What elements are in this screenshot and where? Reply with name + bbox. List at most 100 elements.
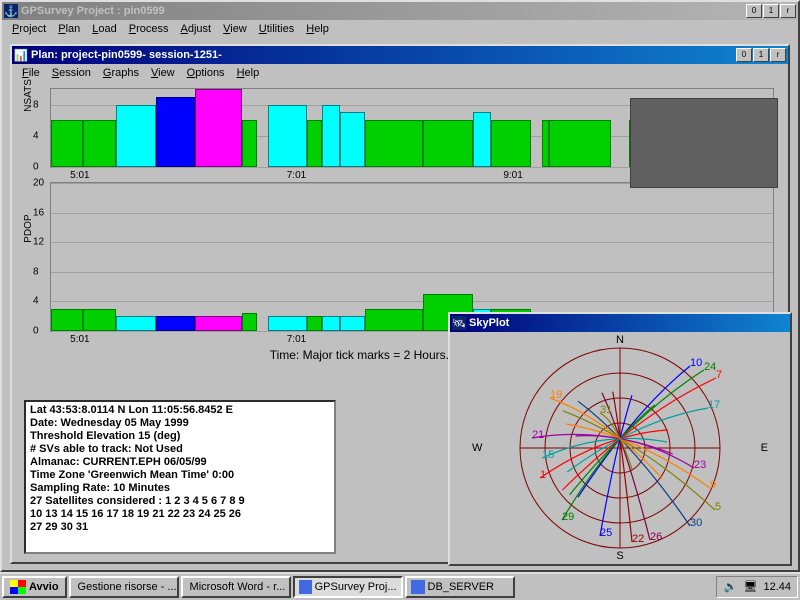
menu-item-session[interactable]: Session [46, 65, 97, 81]
chart-bar [116, 105, 156, 167]
xtick: 7:01 [287, 334, 306, 345]
info-line: 10 13 14 15 16 17 18 19 21 22 23 24 25 2… [30, 508, 330, 521]
menu-item-help[interactable]: Help [300, 21, 335, 37]
ytick: 20 [33, 178, 44, 189]
chart-bar [156, 97, 196, 167]
chart-bar [307, 316, 321, 331]
sat-label: 22 [632, 533, 644, 545]
close-button[interactable]: r [780, 4, 796, 18]
app-window: ⚓ GPSurvey Project : pin0599 0 1 r Proje… [0, 0, 800, 572]
xtick: 9:01 [503, 170, 522, 181]
taskbar-button-label: Microsoft Word - r... [190, 581, 286, 593]
skyplot-window[interactable]: 🛰 SkyPlot N S E W 1024717239530262225291… [448, 312, 792, 566]
taskbar-button-label: Gestione risorse - ... [78, 581, 177, 593]
info-line: Lat 43:53:8.0114 N Lon 11:05:56.8452 E [30, 404, 330, 417]
menu-item-help[interactable]: Help [231, 65, 266, 81]
xtick: 5:01 [70, 170, 89, 181]
compass-w: W [472, 442, 482, 454]
chart-bar [423, 120, 474, 167]
chart-bar [322, 316, 340, 331]
chart-bar [268, 105, 308, 167]
menu-item-load[interactable]: Load [86, 21, 122, 37]
display-icon[interactable]: 🖥 [743, 580, 757, 594]
ytick: 16 [33, 207, 44, 218]
skyplot-titlebar[interactable]: 🛰 SkyPlot [450, 314, 790, 332]
menu-item-plan[interactable]: Plan [52, 21, 86, 37]
compass-e: E [761, 442, 768, 454]
chart-bar [322, 105, 340, 167]
sat-label: 7 [716, 369, 722, 381]
start-label: Avvio [29, 581, 59, 593]
app-icon: ⚓ [4, 4, 18, 18]
xtick: 5:01 [70, 334, 89, 345]
chart-bar [242, 120, 256, 167]
menu-item-view[interactable]: View [217, 21, 253, 37]
start-button[interactable]: Avvio [2, 576, 67, 598]
info-line: # SVs able to track: Not Used [30, 443, 330, 456]
app-titlebar[interactable]: ⚓ GPSurvey Project : pin0599 0 1 r [2, 2, 798, 20]
chart-bar [195, 89, 242, 167]
sat-label: 5 [715, 501, 721, 513]
skyplot-title: SkyPlot [469, 317, 788, 329]
taskbar-button-label: DB_SERVER [428, 581, 494, 593]
plan-titlebar[interactable]: 📊 Plan: project-pin0599- session-1251- 0… [12, 46, 788, 64]
windows-flag-icon [10, 580, 26, 594]
chart-bar [307, 120, 321, 167]
skyplot-icon: 🛰 [452, 316, 466, 330]
close-button[interactable]: r [770, 48, 786, 62]
skyplot-svg: 102471723953026222529115211931 [510, 338, 730, 558]
sat-label: 19 [550, 389, 562, 401]
sat-label: 31 [600, 404, 612, 416]
chart-bar [156, 316, 196, 331]
ytick: 8 [33, 99, 39, 110]
taskbar-button[interactable]: Microsoft Word - r... [181, 576, 291, 598]
menu-item-view[interactable]: View [145, 65, 181, 81]
maximize-button[interactable]: 1 [753, 48, 769, 62]
taskbar: Avvio Gestione risorse - ... Microsoft Wo… [0, 572, 800, 600]
info-line: Sampling Rate: 10 Minutes [30, 482, 330, 495]
sat-label: 21 [532, 429, 544, 441]
minimize-button[interactable]: 0 [746, 4, 762, 18]
info-line: 27 29 30 31 [30, 521, 330, 534]
info-line: Threshold Elevation 15 (deg) [30, 430, 330, 443]
menu-item-utilities[interactable]: Utilities [253, 21, 300, 37]
sat-label: 24 [704, 361, 716, 373]
minimize-button[interactable]: 0 [736, 48, 752, 62]
pdop-chart: PDOP0481216205:017:019:01 [50, 182, 774, 332]
system-tray: 🔊 🖥 12.44 [716, 576, 798, 598]
chart-bar [340, 316, 365, 331]
ytick: 4 [33, 296, 39, 307]
ytick: 0 [33, 326, 39, 337]
ytick: 12 [33, 237, 44, 248]
taskbar-button[interactable]: GPSurvey Proj... [293, 576, 403, 598]
info-line: Almanac: CURRENT.EPH 06/05/99 [30, 456, 330, 469]
chart-bar [542, 120, 549, 167]
chart-bar [83, 120, 115, 167]
menu-item-adjust[interactable]: Adjust [175, 21, 218, 37]
chart-bar [242, 313, 256, 332]
sat-label: 9 [710, 479, 716, 491]
taskbar-button[interactable]: Gestione risorse - ... [69, 576, 179, 598]
chart-bar [195, 316, 242, 331]
sat-label: 23 [694, 459, 706, 471]
maximize-button[interactable]: 1 [763, 4, 779, 18]
app-title: GPSurvey Project : pin0599 [21, 5, 746, 17]
menu-item-options[interactable]: Options [181, 65, 231, 81]
skyplot-body: N S E W 102471723953026222529115211931 [450, 332, 790, 564]
sat-label: 17 [708, 399, 720, 411]
app-task-icon [299, 580, 312, 594]
menu-item-process[interactable]: Process [123, 21, 175, 37]
menu-item-graphs[interactable]: Graphs [97, 65, 145, 81]
volume-icon[interactable]: 🔊 [723, 580, 737, 594]
chart-bar [473, 112, 491, 167]
sat-label: 26 [650, 531, 662, 543]
info-line: Time Zone 'Greenwich Mean Time' 0:00 [30, 469, 330, 482]
xtick: 7:01 [287, 170, 306, 181]
menu-item-project[interactable]: Project [6, 21, 52, 37]
clock: 12.44 [763, 581, 791, 593]
chart-bar [51, 120, 83, 167]
taskbar-button[interactable]: DB_SERVER [405, 576, 515, 598]
taskbar-button-label: GPSurvey Proj... [315, 581, 397, 593]
preview-panel [630, 98, 778, 188]
plan-menubar: FileSessionGraphsViewOptionsHelp [12, 64, 788, 82]
